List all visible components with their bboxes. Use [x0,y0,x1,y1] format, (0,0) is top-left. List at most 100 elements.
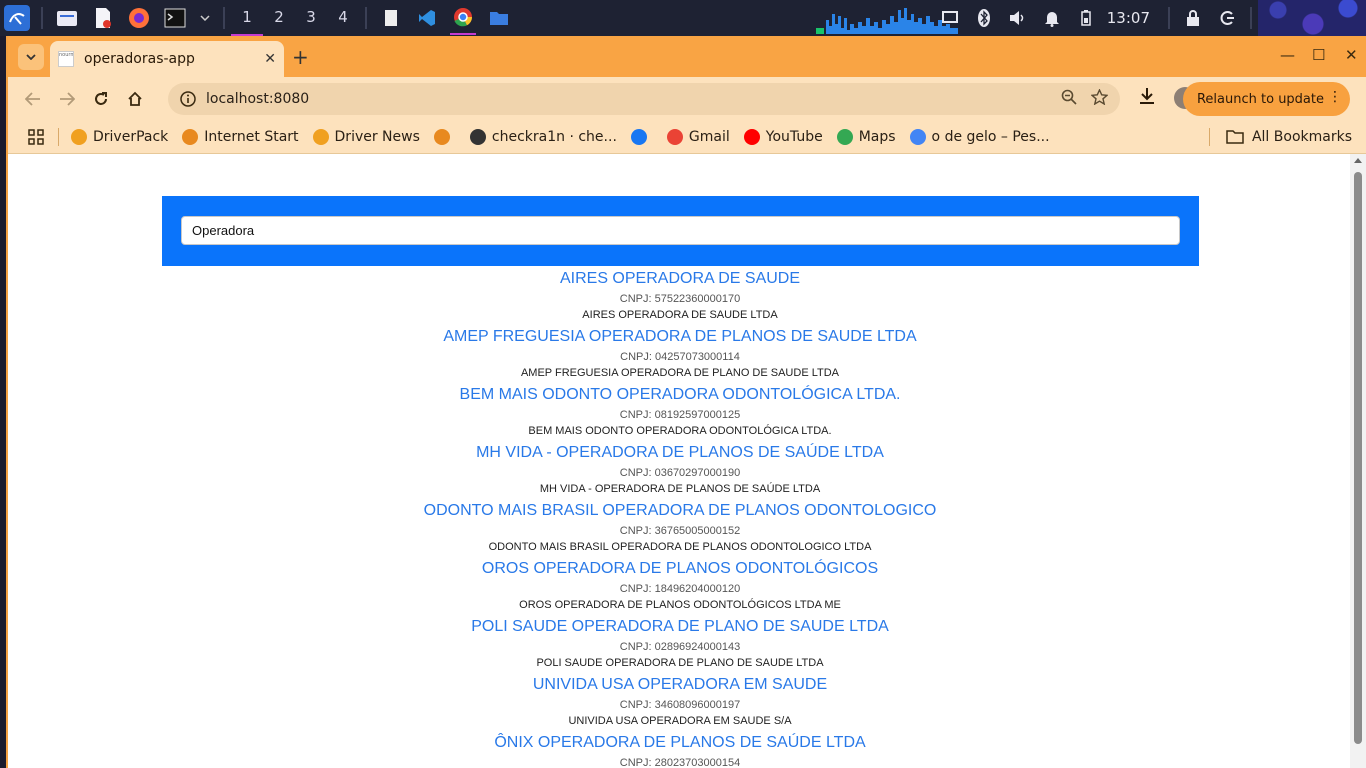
folder-icon [1226,130,1244,144]
driverpack-icon [433,129,450,145]
arrow-left-icon [25,92,40,106]
firefox-icon[interactable] [126,5,152,31]
result-name[interactable]: AMEP FREGUESIA OPERADORA DE PLANOS DE SA… [8,327,1352,347]
display-icon[interactable] [933,0,967,36]
file-manager-icon[interactable] [54,5,80,31]
bookmark-item[interactable]: o de gelo – Pes... [909,129,1050,145]
taskbar-separator [365,7,367,29]
logout-icon[interactable] [1210,0,1244,36]
clock[interactable]: 13:07 [1107,9,1150,27]
page-scrollbar[interactable] [1350,154,1366,768]
battery-icon[interactable] [1069,0,1103,36]
bookmark-item[interactable]: checkra1n · che... [469,129,617,145]
close-tab-icon[interactable]: ✕ [264,51,276,67]
result-cnpj: CNPJ: 18496204000120 [619,583,741,595]
workspace-1[interactable]: 1 [231,0,263,36]
result-name[interactable]: ÔNIX OPERADORA DE PLANOS DE SAÚDE LTDA [8,733,1352,753]
chevron-down-icon[interactable] [198,5,212,31]
result-name[interactable]: UNIVIDA USA OPERADORA EM SAUDE [8,675,1352,695]
workspace-2[interactable]: 2 [263,0,295,36]
zoom-icon[interactable] [1061,89,1077,109]
result-cnpj: CNPJ: 08192597000125 [619,409,741,421]
workspace-3[interactable]: 3 [295,0,327,36]
bookmark-item[interactable] [433,129,456,145]
relaunch-to-update-button[interactable]: Relaunch to update ⋮ [1182,82,1350,116]
forward-button[interactable] [50,82,84,116]
result-razao-social: UNIVIDA USA OPERADORA EM SAUDE S/A [568,715,792,727]
taskbar-separator [1168,7,1170,29]
reload-button[interactable] [84,82,118,116]
result-razao-social: BEM MAIS ODONTO OPERADORA ODONTOLÓGICA L… [528,425,832,437]
browser-toolbar: localhost:8080 Relaunch to update ⋮ [8,77,1366,121]
bookmark-item[interactable]: Internet Start [182,129,299,145]
gmail-icon [666,129,683,145]
bluetooth-icon[interactable] [967,0,1001,36]
bookmark-label: Gmail [688,129,730,145]
bookmark-item[interactable]: Driver News [312,129,420,145]
chrome-icon[interactable] [450,1,476,35]
home-button[interactable] [118,82,152,116]
tab-operadoras-app[interactable]: nourm operadoras-app ✕ [50,41,284,77]
kali-menu-icon[interactable] [4,5,30,31]
checkra1n-icon [469,129,486,145]
browser-window: nourm operadoras-app ✕ + — ☐ ✕ localhost… [6,36,1366,768]
apps-grid-icon[interactable] [28,129,44,145]
back-button[interactable] [16,82,50,116]
taskbar-separator [41,7,43,29]
lock-icon[interactable] [1176,0,1210,36]
result-name[interactable]: OROS OPERADORA DE PLANOS ODONTOLÓGICOS [8,559,1352,579]
result-razao-social: AMEP FREGUESIA OPERADORA DE PLANO DE SAU… [520,367,840,379]
notification-bell-icon[interactable] [1035,0,1069,36]
result-name[interactable]: AIRES OPERADORA DE SAUDE [8,269,1352,289]
result-name[interactable]: ODONTO MAIS BRASIL OPERADORA DE PLANOS O… [8,501,1352,521]
bookmark-label: Maps [858,129,896,145]
url-text[interactable]: localhost:8080 [206,91,1047,107]
folder-icon[interactable] [486,5,512,31]
os-taskbar: 1 2 3 4 13:07 [0,0,1366,36]
terminal-icon[interactable] [162,5,188,31]
vscode-icon[interactable] [414,5,440,31]
bookmark-item[interactable]: Gmail [666,129,730,145]
volume-icon[interactable] [1001,0,1035,36]
all-bookmarks-button[interactable]: All Bookmarks [1208,128,1352,146]
result-cnpj: CNPJ: 28023703000154 [619,757,741,768]
text-editor-icon[interactable] [90,5,116,31]
bookmark-item[interactable] [630,129,653,145]
home-icon [128,91,142,106]
taskbar-separator [1250,7,1252,29]
document-window-icon[interactable] [378,5,404,31]
bookmark-star-icon[interactable] [1090,88,1109,109]
youtube-icon [743,129,760,145]
tab-favicon: nourm [58,51,74,67]
result-cnpj: CNPJ: 04257073000114 [620,351,740,363]
more-menu-icon[interactable]: ⋮ [1328,89,1342,105]
bookmark-label: o de gelo – Pes... [931,129,1050,145]
result-cnpj: CNPJ: 34608096000197 [619,699,741,711]
bookmark-item[interactable]: DriverPack [71,129,168,145]
result-name[interactable]: POLI SAUDE OPERADORA DE PLANO DE SAUDE L… [8,617,1352,637]
bookmark-item[interactable]: Maps [836,129,896,145]
bookmark-label: checkra1n · che... [491,129,617,145]
result-item: AMEP FREGUESIA OPERADORA DE PLANOS DE SA… [8,327,1352,383]
close-window-icon[interactable]: ✕ [1345,46,1358,64]
minimize-icon[interactable]: — [1280,46,1295,64]
site-info-icon[interactable] [180,91,196,107]
new-tab-button[interactable]: + [292,45,309,69]
result-item: MH VIDA - OPERADORA DE PLANOS DE SAÚDE L… [8,443,1352,499]
result-name[interactable]: MH VIDA - OPERADORA DE PLANOS DE SAÚDE L… [8,443,1352,463]
result-name[interactable]: BEM MAIS ODONTO OPERADORA ODONTOLÓGICA L… [8,385,1352,405]
page-content: AIRES OPERADORA DE SAUDE CNPJ: 5752236000… [8,154,1352,768]
bookmark-item[interactable]: YouTube [743,129,823,145]
scroll-up-arrow[interactable] [1354,158,1362,163]
search-input[interactable] [181,216,1180,245]
bookmark-label: Internet Start [204,129,299,145]
result-razao-social: AIRES OPERADORA DE SAUDE LTDA [582,309,778,321]
maximize-icon[interactable]: ☐ [1312,46,1325,64]
scrollbar-thumb[interactable] [1354,172,1362,744]
result-cnpj: CNPJ: 03670297000190 [619,467,741,479]
tab-search-button[interactable] [18,44,44,70]
bookmark-list: DriverPack Internet Start Driver News check… [71,129,1064,145]
address-bar[interactable]: localhost:8080 [168,83,1120,115]
download-icon[interactable] [1138,87,1156,109]
workspace-4[interactable]: 4 [327,0,359,36]
